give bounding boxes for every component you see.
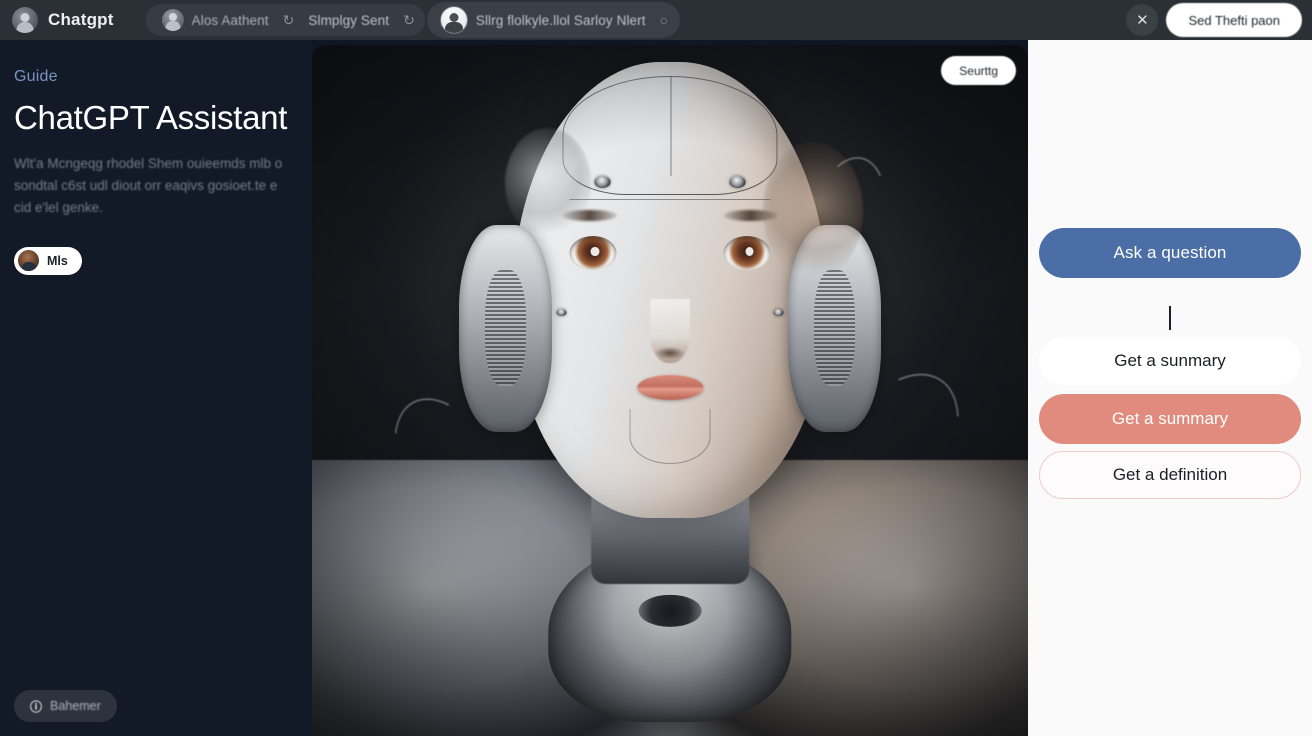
robot-lips bbox=[636, 374, 704, 400]
refresh-icon[interactable]: ↻ bbox=[399, 13, 419, 27]
close-icon[interactable]: ✕ bbox=[1126, 4, 1159, 36]
robot-eye bbox=[569, 235, 617, 270]
robot-portrait-image bbox=[312, 45, 1028, 736]
sorting-badge[interactable]: Seurttg bbox=[941, 56, 1016, 85]
robot-skull-seam bbox=[670, 75, 671, 177]
tab-bar: Alos Aathent ↻ Slmplgy Sent ↻ Sllrg flol… bbox=[145, 2, 681, 38]
robot-figure bbox=[312, 45, 1028, 736]
robot-wire-cluster-left bbox=[505, 127, 592, 239]
brand-logo[interactable]: Chatgpt bbox=[8, 4, 124, 36]
tab-label: Sllrg flolkyle.llol Sarloy Nlert bbox=[475, 12, 646, 28]
tab-label: Alos Aathent bbox=[191, 12, 269, 28]
footer-badge[interactable]: ⓘ Bahemer bbox=[14, 690, 117, 722]
left-panel: Guide ChatGPT Assistant Wlt'a Mcngeqg rh… bbox=[0, 40, 312, 736]
image-panel: Seurttg bbox=[312, 45, 1028, 736]
person-avatar-icon bbox=[439, 6, 468, 34]
tab-slmplgy-sent[interactable]: Slmplgy Sent bbox=[298, 6, 399, 34]
robot-avatar-icon bbox=[12, 7, 38, 33]
primary-action-button[interactable]: Sed Thefti paon bbox=[1166, 3, 1302, 37]
author-avatar-icon bbox=[18, 250, 39, 272]
robot-sensor-icon bbox=[773, 308, 784, 316]
robot-sensor-icon bbox=[594, 176, 611, 189]
robot-nose bbox=[649, 299, 691, 364]
tab-alos-aathent[interactable]: Alos Aathent bbox=[152, 6, 279, 34]
tab-group-featured: Sllrg flolkyle.llol Sarloy Nlert ○ bbox=[426, 2, 681, 38]
tab-sllrg-sarloy-nlert[interactable]: Sllrg flolkyle.llol Sarloy Nlert bbox=[430, 6, 656, 34]
author-name: Mls bbox=[47, 253, 68, 268]
robot-brow-line bbox=[569, 199, 771, 201]
get-a-definition-button[interactable]: Get a definition bbox=[1039, 451, 1301, 499]
get-a-summary-light-button[interactable]: Get a sunmary bbox=[1039, 337, 1301, 385]
top-bar-actions: ✕ Sed Thefti paon bbox=[1126, 3, 1304, 37]
author-badge[interactable]: Mls bbox=[14, 246, 82, 275]
robot-sensor-icon bbox=[729, 176, 746, 189]
ask-a-question-button[interactable]: Ask a question bbox=[1039, 228, 1301, 278]
page-description: Wlt'a Mcngeqg rhodel Shem ouieemds mlb o… bbox=[14, 155, 283, 215]
footer-label: Bahemer bbox=[50, 699, 101, 713]
app-window: Chatgpt Alos Aathent ↻ Slmplgy Sent ↻ Sl… bbox=[0, 0, 1312, 736]
text-caret bbox=[1169, 306, 1171, 330]
robot-eye bbox=[723, 235, 771, 270]
robot-headphone-left bbox=[458, 224, 552, 432]
tab-group-primary: Alos Aathent ↻ Slmplgy Sent ↻ bbox=[145, 4, 425, 36]
circle-icon[interactable]: ○ bbox=[656, 13, 672, 27]
get-a-summary-solid-button[interactable]: Get a summary bbox=[1039, 394, 1301, 444]
info-icon: ⓘ bbox=[30, 699, 43, 714]
right-panel: Ask a question Get a sunmary Get a summa… bbox=[1028, 40, 1312, 736]
page-title: ChatGPT Assistant bbox=[14, 99, 288, 136]
brand-name: Chatgpt bbox=[48, 10, 114, 29]
refresh-icon[interactable]: ↻ bbox=[279, 13, 299, 27]
user-avatar-icon bbox=[161, 9, 184, 31]
tab-label: Slmplgy Sent bbox=[308, 12, 390, 28]
robot-chin-seam bbox=[629, 408, 711, 464]
eyebrow-label: Guide bbox=[14, 68, 58, 85]
robot-sensor-icon bbox=[556, 308, 567, 316]
top-bar: Chatgpt Alos Aathent ↻ Slmplgy Sent ↻ Sl… bbox=[0, 0, 1312, 40]
